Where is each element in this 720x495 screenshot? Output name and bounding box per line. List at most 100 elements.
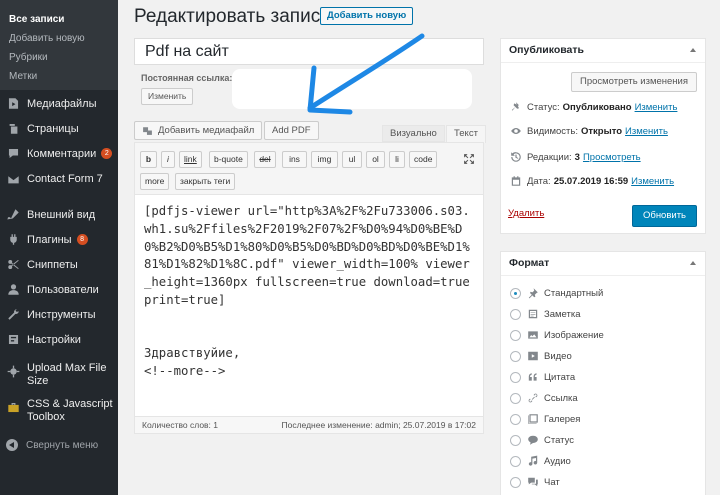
format-option-label: Статус — [544, 434, 575, 446]
format-radio-audio[interactable] — [510, 455, 521, 467]
format-box-title: Формат — [509, 257, 550, 269]
word-count: Количество слов: 1 — [142, 420, 219, 430]
format-option-standard[interactable]: Стандартный — [510, 287, 603, 299]
quicktag-ul-button[interactable]: ul — [342, 151, 362, 168]
format-radio-status[interactable] — [510, 434, 521, 446]
quicktag-code-button[interactable]: code — [409, 151, 438, 168]
toggle-up-icon[interactable] — [690, 261, 696, 265]
sidebar-item-css-js-toolbox[interactable]: CSS & Javascript Toolbox — [0, 398, 118, 428]
add-media-button[interactable]: Добавить медиафайл — [134, 121, 263, 140]
quicktag-link-button[interactable]: link — [179, 151, 202, 168]
format-option-status[interactable]: Статус — [510, 434, 574, 446]
format-option-link[interactable]: Ссылка — [510, 392, 578, 404]
format-option-quote[interactable]: Цитата — [510, 371, 575, 383]
format-option-label: Галерея — [544, 413, 581, 425]
submenu-add-new[interactable]: Добавить новую — [0, 29, 118, 48]
link-icon — [527, 392, 539, 404]
quicktag-italic-button[interactable]: i — [161, 151, 175, 168]
sidebar-item-tools[interactable]: Инструменты — [0, 302, 118, 327]
quicktag-close-tags-button[interactable]: закрыть теги — [175, 173, 236, 190]
delete-post-link[interactable]: Удалить — [508, 208, 544, 219]
format-option-label: Изображение — [544, 329, 604, 341]
quicktag-ins-button[interactable]: ins — [282, 151, 307, 168]
sidebar-item-comments[interactable]: Комментарии 2 — [0, 141, 118, 166]
edit-date-link[interactable]: Изменить — [631, 176, 674, 187]
format-radio-quote[interactable] — [510, 371, 521, 383]
sidebar-item-plugins[interactable]: Плагины 8 — [0, 227, 118, 252]
edit-status-link[interactable]: Изменить — [635, 102, 678, 113]
sidebar-item-upload-max-file-size[interactable]: Upload Max File Size — [0, 362, 118, 392]
sidebar-item-label: Медиафайлы — [27, 97, 97, 110]
quicktags-toolbar: b i link b-quote del ins img ul ol li co… — [135, 143, 483, 195]
collapse-arrow-icon — [6, 439, 18, 451]
sidebar-item-media[interactable]: Медиафайлы — [0, 91, 118, 116]
plugins-icon — [6, 233, 20, 247]
quicktag-more-button[interactable]: more — [140, 173, 170, 190]
sidebar-item-label: Плагины — [27, 233, 72, 246]
fullscreen-icon[interactable] — [462, 152, 476, 166]
browse-revisions-link[interactable]: Просмотреть — [583, 152, 641, 163]
format-option-video[interactable]: Видео — [510, 350, 572, 362]
sidebar-item-pages[interactable]: Страницы — [0, 116, 118, 141]
gallery-icon — [527, 413, 539, 425]
sidebar-item-contact-form[interactable]: Contact Form 7 — [0, 166, 118, 192]
date-label: Дата: — [527, 175, 551, 187]
audio-icon — [527, 455, 539, 467]
publish-box: Опубликовать Просмотреть изменения Стату… — [500, 38, 706, 234]
sidebar-item-label: Upload Max File Size — [27, 362, 107, 387]
quicktag-img-button[interactable]: img — [311, 151, 338, 168]
format-option-gallery[interactable]: Галерея — [510, 413, 580, 425]
submenu-categories[interactable]: Рубрики — [0, 48, 118, 67]
quicktag-ol-button[interactable]: ol — [366, 151, 385, 168]
update-button[interactable]: Обновить — [631, 205, 697, 227]
preview-changes-button[interactable]: Просмотреть изменения — [571, 72, 697, 92]
sidebar-item-snippets[interactable]: Сниппеты — [0, 252, 118, 277]
format-radio-link[interactable] — [510, 392, 521, 404]
format-option-label: Чат — [544, 476, 560, 488]
sidebar-item-label: CSS & Javascript Toolbox — [27, 398, 113, 423]
post-editor: b i link b-quote del ins img ul ol li co… — [134, 142, 484, 434]
permalink-label: Постоянная ссылка: — [141, 73, 233, 83]
format-option-audio[interactable]: Аудио — [510, 455, 571, 467]
collapse-menu-button[interactable]: Свернуть меню — [0, 436, 118, 454]
change-permalink-button[interactable]: Изменить — [141, 88, 194, 105]
format-radio-chat[interactable] — [510, 476, 521, 488]
publish-box-header[interactable]: Опубликовать — [501, 39, 705, 63]
quicktag-blockquote-button[interactable]: b-quote — [209, 151, 248, 168]
revisions-icon — [510, 151, 522, 163]
quicktag-li-button[interactable]: li — [389, 151, 405, 168]
visibility-label: Видимость: — [527, 125, 578, 137]
format-radio-video[interactable] — [510, 350, 521, 362]
format-option-aside[interactable]: Заметка — [510, 308, 581, 320]
sidebar-item-users[interactable]: Пользователи — [0, 277, 118, 302]
post-content-textarea[interactable]: [pdfjs-viewer url="http%3A%2F%2Fu733006.… — [135, 195, 483, 389]
edit-visibility-link[interactable]: Изменить — [625, 126, 668, 137]
toggle-up-icon[interactable] — [690, 48, 696, 52]
editor-status-bar: Количество слов: 1 Последнее изменение: … — [135, 416, 483, 433]
date-value: 25.07.2019 16:59 — [553, 175, 629, 187]
visibility-value: Открыто — [581, 125, 623, 137]
sidebar-item-label: Инструменты — [27, 308, 96, 321]
format-option-chat[interactable]: Чат — [510, 476, 560, 488]
appearance-icon — [6, 208, 20, 222]
submenu-tags[interactable]: Метки — [0, 67, 118, 86]
media-icon — [6, 97, 20, 111]
add-media-icon — [143, 127, 152, 135]
publish-date-row: Дата: 25.07.2019 16:59 Изменить — [510, 175, 674, 187]
publish-box-title: Опубликовать — [509, 44, 584, 56]
format-radio-aside[interactable] — [510, 308, 521, 320]
quicktag-bold-button[interactable]: b — [140, 151, 157, 168]
format-box-header[interactable]: Формат — [501, 252, 705, 276]
format-option-label: Видео — [544, 350, 572, 362]
sidebar-item-label: Комментарии — [27, 147, 97, 160]
quicktag-del-button[interactable]: del — [254, 151, 276, 168]
format-option-image[interactable]: Изображение — [510, 329, 604, 341]
format-radio-image[interactable] — [510, 329, 521, 341]
tab-text[interactable]: Текст — [446, 125, 486, 143]
sidebar-item-settings[interactable]: Настройки — [0, 327, 118, 352]
submenu-all-posts[interactable]: Все записи — [0, 10, 118, 29]
sidebar-item-appearance[interactable]: Внешний вид — [0, 202, 118, 227]
format-radio-gallery[interactable] — [510, 413, 521, 425]
add-new-post-button[interactable]: Добавить новую — [320, 7, 414, 25]
format-radio-standard[interactable] — [510, 287, 521, 299]
